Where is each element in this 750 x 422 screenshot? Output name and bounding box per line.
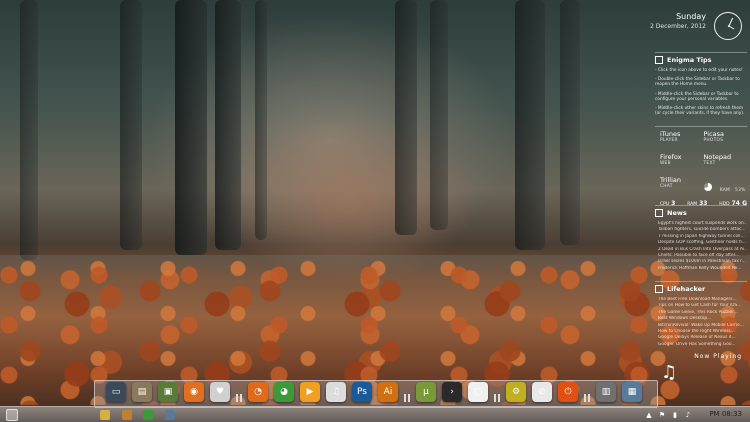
- firefox-icon[interactable]: ◔: [248, 382, 268, 402]
- launcher-notepad[interactable]: Notepad TEXT: [704, 153, 748, 166]
- chrome-taskbar-icon[interactable]: [143, 410, 153, 420]
- news-icon: [655, 209, 663, 217]
- wallpaper: [0, 0, 750, 422]
- photoshop-icon[interactable]: Ps: [352, 382, 372, 402]
- lifehacker-icon: [655, 285, 663, 293]
- app-taskbar-icon[interactable]: [165, 410, 175, 420]
- trash-icon[interactable]: ▥: [596, 382, 616, 402]
- dock-separator: [494, 382, 500, 402]
- launcher-itunes[interactable]: iTunes PLAYER: [660, 130, 704, 143]
- tip-line: - Middle-click other skins to refresh th…: [655, 106, 745, 117]
- analog-clock-icon: [714, 12, 742, 40]
- dock-icons: ▭ ▤ ▣ ◉ ♥ ◔ ◕ ▶ ♫ Ps Ai µ › ▢ ⚙ ⊘ ⏻ ▥ ▦: [106, 382, 642, 402]
- utorrent-icon[interactable]: µ: [416, 382, 436, 402]
- control-panel-icon[interactable]: ▦: [622, 382, 642, 402]
- music-icon[interactable]: ◉: [184, 382, 204, 402]
- dock-separator: [584, 382, 590, 402]
- chrome-icon[interactable]: ◕: [274, 382, 294, 402]
- notes-edit-icon[interactable]: [655, 56, 663, 64]
- clock-day: Sunday: [676, 12, 706, 21]
- news-feed: News Egypt's highest court suspends work…: [655, 205, 747, 272]
- volume-icon[interactable]: ♪: [684, 411, 692, 419]
- ram-meter: RAM 53%: [703, 176, 748, 195]
- power-icon[interactable]: ⏻: [558, 382, 578, 402]
- flag-icon[interactable]: ⚑: [658, 411, 666, 419]
- media-player-icon[interactable]: ▶: [300, 382, 320, 402]
- ram-pie-icon: [703, 182, 712, 191]
- illustrator-icon[interactable]: Ai: [378, 382, 398, 402]
- launcher-picasa[interactable]: Picasa PHOTOS: [704, 130, 748, 143]
- taskbar: ▲ ⚑ ▮ ♪ PM 08:33: [0, 406, 750, 422]
- lifehacker-title: Lifehacker: [667, 285, 706, 293]
- no-entry-icon[interactable]: ⊘: [532, 382, 552, 402]
- lifehacker-item[interactable]: Google: Drive Has Something Goo...: [655, 342, 747, 348]
- now-playing-label: Now Playing: [694, 353, 742, 360]
- launcher-panel: iTunes PLAYER Picasa PHOTOS Firefox WEB …: [655, 126, 747, 207]
- tip-line: - Double-click the Sidebar or Taskbar to…: [655, 77, 740, 88]
- explorer-taskbar-icon[interactable]: [100, 410, 110, 420]
- system-tray: ▲ ⚑ ▮ ♪: [645, 411, 692, 419]
- notepad-icon[interactable]: ▢: [468, 382, 488, 402]
- dock-separator: [404, 382, 410, 402]
- tray-arrow-icon[interactable]: ▲: [645, 411, 653, 419]
- network-icon[interactable]: ▮: [671, 411, 679, 419]
- news-title: News: [667, 209, 687, 217]
- news-item[interactable]: Frederick Hoffman Kelly Wounded Re...: [655, 266, 747, 272]
- terminal-icon[interactable]: ›: [442, 382, 462, 402]
- my-computer-icon[interactable]: ▭: [106, 382, 126, 402]
- taskbar-clock[interactable]: PM 08:33: [709, 410, 742, 418]
- tip-line: - Middle-click the Sidebar or Taskbar to…: [655, 91, 739, 102]
- tips-title: Enigma Tips: [667, 56, 712, 64]
- clock-date: 2 December, 2012: [650, 23, 706, 30]
- tip-line: - Click the icon above to edit your note…: [655, 68, 743, 73]
- dock-separator: [236, 382, 242, 402]
- now-playing-music-icon[interactable]: ♫: [661, 362, 677, 383]
- launcher-trillian[interactable]: Trillian CHAT: [660, 176, 704, 195]
- launcher-firefox[interactable]: Firefox WEB: [660, 153, 704, 166]
- itunes-icon[interactable]: ♫: [326, 382, 346, 402]
- documents-icon[interactable]: ▤: [132, 382, 152, 402]
- pictures-icon[interactable]: ▣: [158, 382, 178, 402]
- lifehacker-feed: Lifehacker The Best Free Download Manage…: [655, 281, 747, 348]
- settings-icon[interactable]: ⚙: [506, 382, 526, 402]
- favorites-icon[interactable]: ♥: [210, 382, 230, 402]
- enigma-tips-panel: Enigma Tips - Click the icon above to ed…: [655, 52, 747, 120]
- folder-taskbar-icon[interactable]: [122, 410, 132, 420]
- clock-widget: Sunday 2 December, 2012: [650, 12, 706, 30]
- start-button[interactable]: [6, 409, 18, 421]
